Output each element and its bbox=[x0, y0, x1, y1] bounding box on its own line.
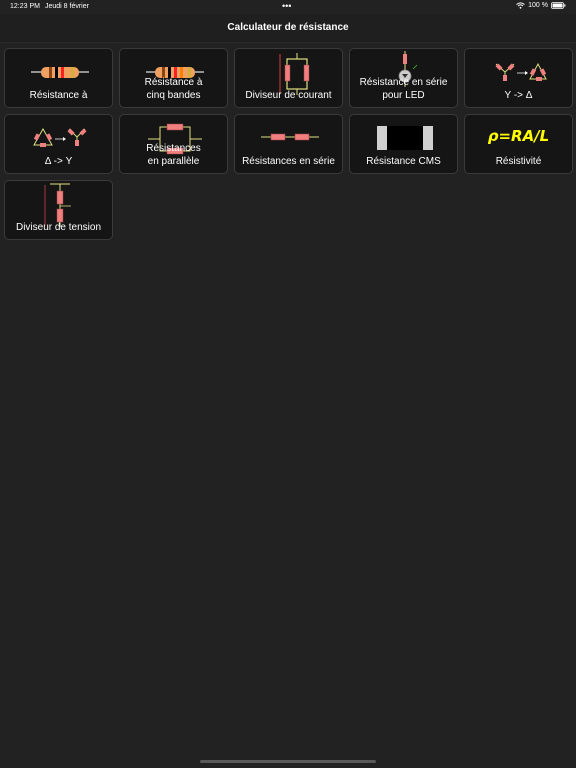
home-indicator[interactable] bbox=[200, 760, 376, 763]
tile-label: Résistances en parallèle bbox=[146, 143, 201, 167]
multitasking-dots-icon[interactable]: ••• bbox=[282, 1, 291, 11]
tile-resistivity[interactable]: ρ=RA/L Résistivité bbox=[464, 114, 573, 174]
tile-resistance-4-band[interactable]: Résistance à bbox=[4, 48, 113, 108]
tile-label: Résistances en série bbox=[242, 156, 335, 167]
navigation-bar: Calculateur de résistance bbox=[0, 14, 576, 43]
tile-delta-to-wye[interactable]: Δ -> Y bbox=[4, 114, 113, 174]
tile-label: Résistance à cinq bandes bbox=[144, 77, 203, 101]
tile-label: Diviseur de tension bbox=[15, 222, 102, 233]
tile-label: Résistance à bbox=[29, 90, 88, 101]
tile-voltage-divider[interactable]: Diviseur de tension bbox=[4, 180, 113, 240]
resistivity-formula-icon: ρ=RA/L bbox=[487, 127, 550, 145]
status-right: 100 % bbox=[516, 2, 566, 9]
tile-smd-resistor[interactable]: Résistance CMS bbox=[349, 114, 458, 174]
battery-icon bbox=[551, 2, 566, 9]
tile-resistance-5-band[interactable]: Résistance à cinq bandes bbox=[119, 48, 228, 108]
status-time: 12:23 PM bbox=[10, 3, 40, 10]
tile-label: Diviseur de courant bbox=[245, 90, 332, 101]
tile-label: Résistance en série pour LED bbox=[359, 77, 448, 101]
tile-label: Résistance CMS bbox=[366, 156, 441, 167]
tile-wye-to-delta[interactable]: Y -> Δ bbox=[464, 48, 573, 108]
tile-label: Y -> Δ bbox=[504, 90, 533, 101]
tile-label: Résistivité bbox=[495, 156, 542, 167]
tile-label: Δ -> Y bbox=[44, 156, 73, 167]
tile-current-divider[interactable]: Diviseur de courant bbox=[234, 48, 343, 108]
status-bar: 12:23 PM Jeudi 8 février ••• 100 % bbox=[0, 0, 576, 14]
battery-percent: 100 % bbox=[528, 2, 548, 9]
wifi-icon bbox=[516, 2, 525, 9]
page-title: Calculateur de résistance bbox=[227, 22, 349, 33]
tile-series-resistors[interactable]: Résistances en série bbox=[234, 114, 343, 174]
tile-led-series-resistor[interactable]: Résistance en série pour LED bbox=[349, 48, 458, 108]
tile-parallel-resistors[interactable]: Résistances en parallèle bbox=[119, 114, 228, 174]
status-date: Jeudi 8 février bbox=[45, 3, 89, 10]
